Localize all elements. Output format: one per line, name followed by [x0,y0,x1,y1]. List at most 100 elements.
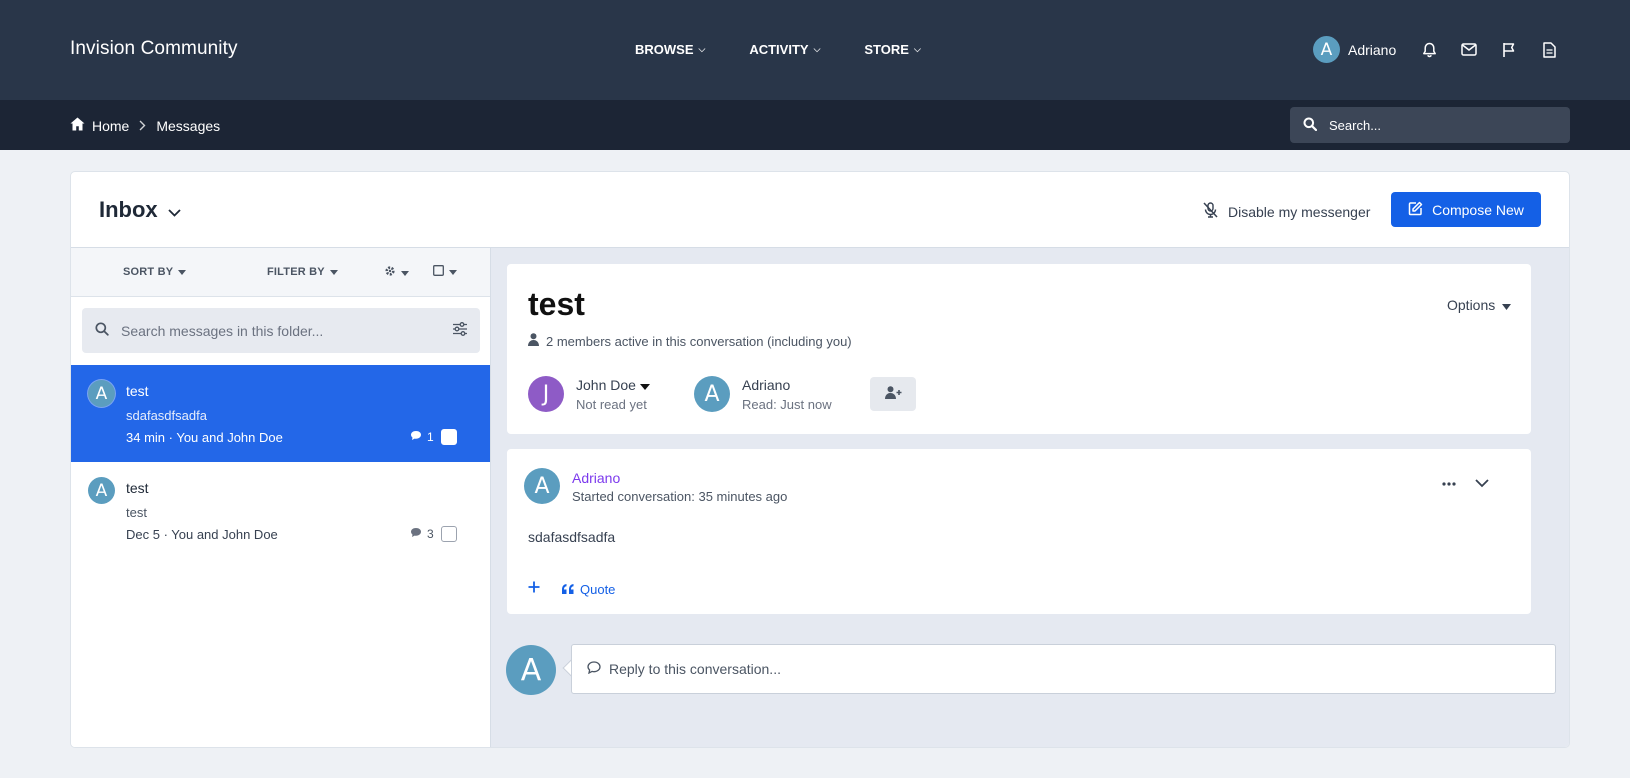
nav-store-label: STORE [864,42,909,57]
nav-browse-label: BROWSE [635,42,694,57]
nav-store[interactable]: STORE ⌵ [864,42,920,57]
options-button[interactable]: Options [1447,297,1512,313]
header-search[interactable]: Search... [1290,107,1570,143]
caret-down-icon [449,266,457,278]
participant-john-doe: J John Doe Not read yet [528,376,650,412]
avatar: A [88,477,115,504]
messenger-panel: Inbox Disable my messenger Compose New S… [70,171,1570,748]
quote-button[interactable]: Quote [562,582,615,597]
avatar: A [88,380,115,407]
caret-down-icon [1502,297,1512,313]
caret-down-icon [178,266,187,278]
search-icon [1303,117,1318,134]
folder-selector[interactable]: Inbox [99,197,181,223]
conversation-item[interactable]: A test sdafasdfsadfa 34 min · You and Jo… [71,365,490,462]
flag-icon[interactable] [1500,41,1518,59]
caret-down-icon [329,266,338,278]
avatar: A [694,376,730,412]
chevron-down-icon: ⌵ [698,44,706,54]
reply-placeholder: Reply to this conversation... [609,661,781,677]
top-header: Invision Community BROWSE ⌵ ACTIVITY ⌵ S… [0,0,1630,100]
folder-search-input[interactable]: Search messages in this folder... [82,308,480,353]
site-title[interactable]: Invision Community [70,38,238,60]
avatar[interactable]: A [524,468,560,504]
document-icon[interactable] [1540,41,1558,59]
filter-by-label: FILTER BY [267,266,325,278]
avatar: J [528,376,564,412]
comment-icon [587,661,601,677]
user-avatar[interactable]: A [1313,36,1340,63]
sliders-icon[interactable] [452,322,468,339]
nav-browse[interactable]: BROWSE ⌵ [635,42,705,57]
participant-name[interactable]: Adriano [742,377,832,393]
post-date: Started conversation: 35 minutes ago [572,489,788,504]
header-icons [1420,41,1558,59]
sort-by-button[interactable]: SORT BY [123,266,187,278]
comment-icon [410,430,422,444]
list-filter-bar: SORT BY FILTER BY [71,248,490,297]
compose-new-label: Compose New [1432,201,1524,218]
user-icon [528,333,539,349]
filter-by-button[interactable]: FILTER BY [267,266,338,278]
members-active: 2 members active in this conversation (i… [528,333,852,349]
microphone-slash-icon [1202,202,1219,221]
breadcrumb-home-label: Home [92,117,130,134]
reply-avatar: A [506,645,556,695]
chevron-down-icon [168,204,181,220]
messenger-header: Inbox Disable my messenger Compose New [71,172,1569,248]
conversation-list-panel: SORT BY FILTER BY Search messages in thi… [71,248,491,747]
post-body: sdafasdfsadfa [528,529,616,545]
folder-search-placeholder: Search messages in this folder... [121,322,324,339]
edit-icon [1408,201,1423,219]
participant-status: Read: Just now [742,396,832,412]
add-participant-button[interactable] [870,377,916,411]
disable-messenger-button[interactable]: Disable my messenger [1202,202,1370,221]
folder-title: Inbox [99,197,158,222]
options-label: Options [1447,297,1496,313]
header-search-placeholder: Search... [1329,117,1382,133]
caret-down-icon [401,267,409,279]
chevron-down-icon[interactable] [1475,475,1489,491]
conversation-title: test [528,286,585,322]
nav-activity-label: ACTIVITY [749,42,809,57]
sort-by-label: SORT BY [123,266,174,278]
conversation-view: test 2 members active in this conversati… [491,248,1569,747]
conversation-checkbox[interactable] [441,429,457,445]
breadcrumb-messages[interactable]: Messages [156,118,220,134]
compose-new-button[interactable]: Compose New [1391,192,1541,227]
user-name[interactable]: Adriano [1348,42,1396,58]
reply-count: 3 [410,527,434,541]
multiquote-plus-icon[interactable] [528,577,540,598]
reply-count-value: 1 [427,430,434,444]
settings-menu-button[interactable] [384,265,409,280]
conversation-title[interactable]: test [126,480,149,496]
disable-messenger-label: Disable my messenger [1228,203,1371,220]
select-all-menu-button[interactable] [433,265,457,279]
user-plus-icon [884,386,902,402]
chevron-down-icon: ⌵ [813,44,821,54]
breadcrumb-home[interactable]: Home [70,117,129,134]
gear-icon [384,265,396,280]
bell-icon[interactable] [1420,41,1438,59]
caret-down-icon [639,377,650,393]
participant-menu[interactable]: John Doe [576,377,650,393]
quote-icon [562,582,574,597]
conversation-item[interactable]: A test test Dec 5 · You and John Doe 3 [71,462,490,559]
conversation-title[interactable]: test [126,383,149,399]
conversation-checkbox[interactable] [441,526,457,542]
message-post: A Adriano Started conversation: 35 minut… [507,449,1531,614]
reply-input[interactable]: Reply to this conversation... [571,644,1556,694]
participant-info: John Doe Not read yet [576,377,650,412]
conversation-header-card: test 2 members active in this conversati… [507,264,1531,434]
main-nav: BROWSE ⌵ ACTIVITY ⌵ STORE ⌵ [635,42,921,57]
breadcrumb-bar: Home Messages Search... [0,100,1630,150]
comment-icon [410,527,422,541]
nav-activity[interactable]: ACTIVITY ⌵ [749,42,820,57]
chevron-down-icon: ⌵ [913,44,921,54]
search-icon [95,322,109,339]
post-author-link[interactable]: Adriano [572,470,620,486]
more-options-icon[interactable] [1442,473,1456,491]
conversation-meta: 34 min · You and John Doe [126,430,283,445]
participant-name: John Doe [576,376,636,393]
envelope-icon[interactable] [1460,41,1478,59]
